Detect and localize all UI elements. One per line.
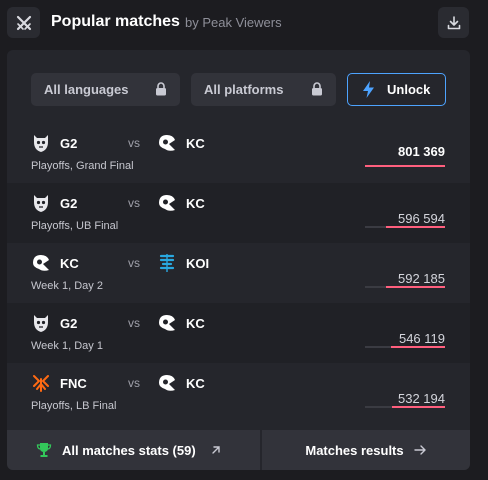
logo-button[interactable] — [7, 7, 40, 38]
match-stage: Playoffs, UB Final — [31, 220, 119, 232]
peak-viewers: 592 185 — [398, 271, 445, 286]
match-row[interactable]: FNC vs KC Playoffs, LB Final 532 194 — [7, 363, 470, 423]
team2-name: KOI — [186, 255, 210, 271]
vs-label: vs — [128, 376, 140, 390]
viewers-bar — [365, 286, 445, 288]
g2-logo-icon — [31, 133, 51, 153]
team2-name: KC — [186, 135, 205, 151]
team1: FNC — [31, 373, 87, 393]
viewers-bar-fill — [392, 406, 445, 408]
team2: KOI — [157, 253, 209, 273]
viewers-bar-fill — [390, 346, 445, 348]
g2-logo-icon — [31, 193, 51, 213]
match-stage: Week 1, Day 2 — [31, 280, 103, 292]
vs-label: vs — [128, 136, 140, 150]
match-stage: Playoffs, Grand Final — [31, 160, 134, 172]
peak-viewers: 596 594 — [398, 211, 445, 226]
viewers-bar-fill — [365, 165, 445, 167]
all-matches-stats-button[interactable]: All matches stats (59) — [7, 430, 260, 470]
matches-results-label: Matches results — [305, 442, 404, 458]
team2: KC — [157, 313, 205, 333]
arrow-right-icon — [413, 445, 426, 455]
languages-filter-label: All languages — [44, 82, 129, 97]
fnc-logo-icon — [31, 373, 51, 393]
all-matches-stats-label: All matches stats (59) — [62, 442, 196, 458]
viewers-bar — [365, 406, 445, 408]
team1: G2 — [31, 193, 77, 213]
platforms-filter[interactable]: All platforms — [191, 73, 336, 106]
team1-name: G2 — [60, 315, 78, 331]
crossed-swords-icon — [16, 15, 31, 30]
peak-viewers: 532 194 — [398, 391, 445, 406]
page-subtitle: by Peak Viewers — [185, 15, 282, 30]
vs-label: vs — [128, 316, 140, 330]
team1-name: KC — [60, 255, 79, 271]
viewers-bar-fill — [385, 226, 445, 228]
download-icon — [447, 15, 460, 29]
team1: G2 — [31, 313, 77, 333]
team2: KC — [157, 133, 205, 153]
vs-label: vs — [128, 256, 140, 270]
kc-logo-icon — [157, 133, 177, 153]
page-title: Popular matches — [51, 13, 180, 30]
kc-logo-icon — [157, 373, 177, 393]
header: Popular matches by Peak Viewers — [0, 0, 488, 46]
trophy-icon — [36, 443, 52, 457]
lightning-icon — [363, 81, 374, 98]
team1-name: FNC — [60, 375, 87, 391]
match-row[interactable]: KC vs KOI Week 1, Day 2 592 185 — [7, 243, 470, 303]
arrow-up-right-icon — [211, 446, 220, 454]
match-row[interactable]: G2 vs KC Playoffs, UB Final 596 594 — [7, 183, 470, 243]
match-row[interactable]: G2 vs KC Playoffs, Grand Final 801 369 — [7, 123, 470, 183]
team1: KC — [31, 253, 79, 273]
lock-icon — [312, 82, 322, 96]
vs-label: vs — [128, 196, 140, 210]
peak-viewers: 546 119 — [398, 331, 445, 346]
platforms-filter-label: All platforms — [204, 82, 284, 97]
kc-logo-icon — [157, 193, 177, 213]
team1: G2 — [31, 133, 77, 153]
matches-results-button[interactable]: Matches results — [262, 430, 470, 470]
kc-logo-icon — [31, 253, 51, 273]
matches-panel: All languages All platforms Unlock G2 vs — [7, 50, 470, 470]
peak-viewers: 801 369 — [398, 144, 445, 159]
match-stage: Playoffs, LB Final — [31, 400, 117, 412]
team2-name: KC — [186, 195, 205, 211]
unlock-button[interactable]: Unlock — [347, 73, 446, 106]
team2-name: KC — [186, 315, 205, 331]
languages-filter[interactable]: All languages — [31, 73, 180, 106]
team2: KC — [157, 193, 205, 213]
team1-name: G2 — [60, 135, 78, 151]
panel-footer: All matches stats (59) Matches results — [7, 430, 470, 470]
team1-name: G2 — [60, 195, 78, 211]
match-row[interactable]: G2 vs KC Week 1, Day 1 546 119 — [7, 303, 470, 363]
team2: KC — [157, 373, 205, 393]
match-stage: Week 1, Day 1 — [31, 340, 103, 352]
viewers-bar — [365, 346, 445, 348]
viewers-bar — [365, 226, 445, 228]
viewers-bar — [365, 165, 445, 167]
download-button[interactable] — [438, 7, 469, 38]
lock-icon — [156, 82, 166, 96]
team2-name: KC — [186, 375, 205, 391]
viewers-bar-fill — [385, 286, 445, 288]
koi-logo-icon — [157, 253, 177, 273]
g2-logo-icon — [31, 313, 51, 333]
unlock-label: Unlock — [387, 82, 431, 97]
kc-logo-icon — [157, 313, 177, 333]
